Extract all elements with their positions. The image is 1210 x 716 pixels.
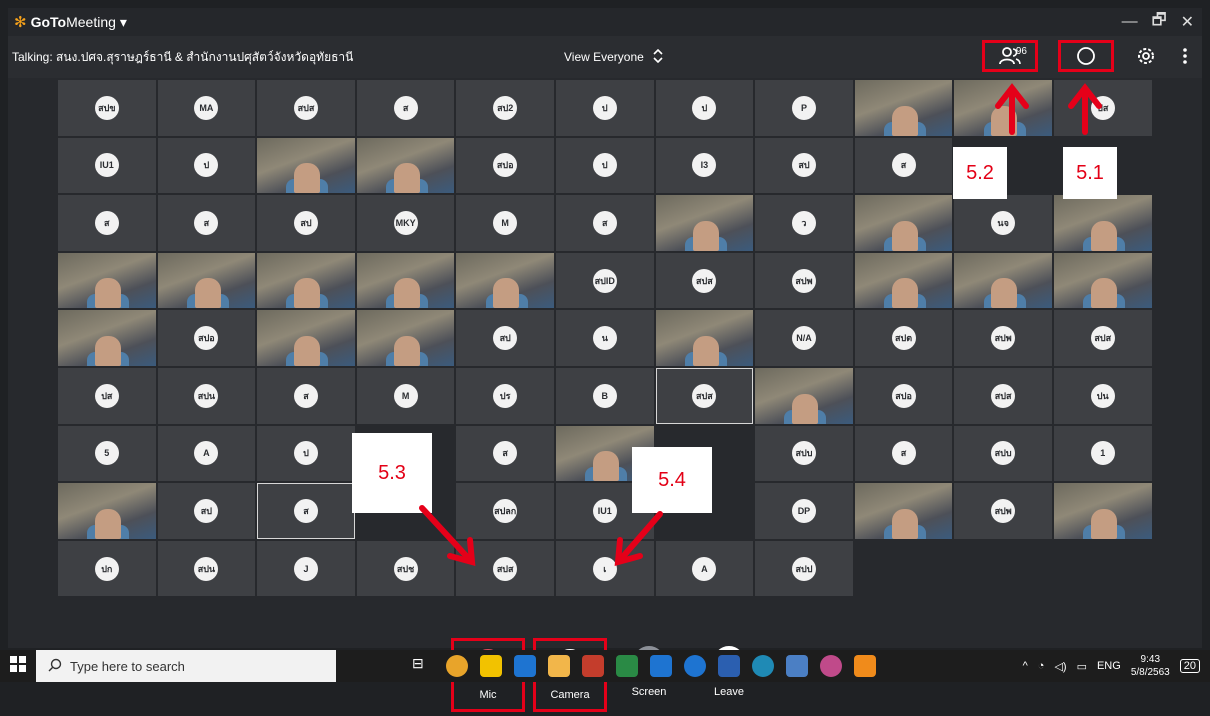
store-icon[interactable] [480,655,502,677]
language-indicator[interactable]: ENG [1097,660,1121,672]
clock-date: 5/8/2563 [1130,667,1170,678]
search-icon [48,658,62,675]
gotomeeting-taskbar-icon[interactable] [854,655,876,677]
search-placeholder: Type here to search [70,658,185,674]
app-icon-2[interactable] [684,655,706,677]
battery-icon[interactable]: ▭ [1077,660,1087,673]
word-icon[interactable] [718,655,740,677]
system-tray: ^ ◔ ◁) ▭ ENG 9:43 5/8/2563 20 [1023,653,1200,679]
app-icon-1[interactable] [582,655,604,677]
clock-time: 9:43 [1140,654,1161,665]
screen-label: Screen [631,686,667,698]
annotation-arrows [419,83,1102,567]
windows-taskbar: Type here to search ⊟ ^ ◔ ◁) ▭ ENG 9:43 … [0,650,1210,682]
app-icon-4[interactable] [820,655,842,677]
excel-icon[interactable] [616,655,638,677]
internet-explorer-icon-2[interactable] [650,655,672,677]
chevron-up-icon[interactable]: ^ [1023,660,1028,672]
windows-logo-icon [10,655,26,677]
task-view-icon[interactable]: ⊟ [412,655,434,677]
start-button[interactable] [0,655,36,677]
edge-icon[interactable] [752,655,774,677]
file-explorer-icon[interactable] [548,655,570,677]
network-icon[interactable]: ◔ [1038,660,1045,672]
taskbar-search[interactable]: Type here to search [36,650,336,682]
mic-label: Mic [479,689,497,701]
clock[interactable]: 9:43 5/8/2563 [1131,653,1170,679]
notification-count: 20 [1183,660,1196,672]
volume-icon[interactable]: ◁) [1054,660,1066,673]
internet-explorer-icon[interactable] [514,655,536,677]
notifications-icon[interactable]: 20 [1179,659,1200,673]
taskbar-apps: ⊟ [412,655,876,677]
leave-label: Leave [714,686,744,698]
chrome-icon[interactable] [446,655,468,677]
app-icon-3[interactable] [786,655,808,677]
camera-label: Camera [550,689,590,701]
